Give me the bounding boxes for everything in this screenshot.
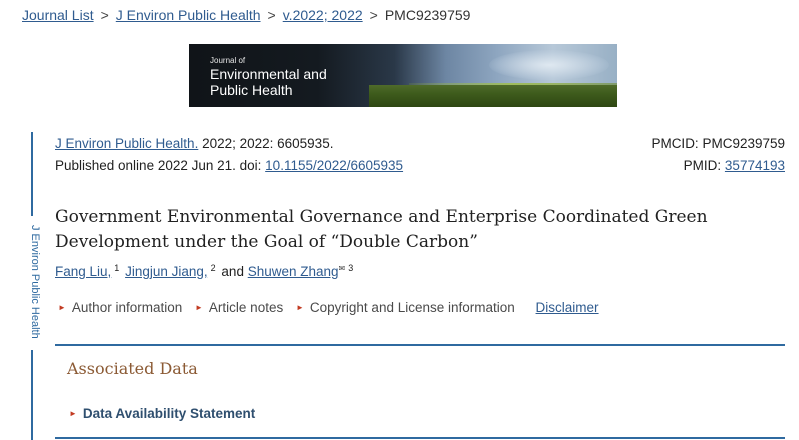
copyright-label: Copyright and License information — [309, 300, 515, 315]
banner-journal-of: Journal of — [210, 56, 246, 65]
triangle-right-icon: ► — [58, 303, 66, 312]
doi-link[interactable]: 10.1155/2022/6605935 — [265, 158, 403, 173]
author-list: Fang Liu, 1 Jingjun Jiang, 2 and Shuwen Zh… — [55, 263, 355, 279]
banner-field — [369, 85, 617, 107]
banner-cloud — [489, 50, 609, 80]
breadcrumb: Journal List > J Environ Public Health > v.2… — [22, 7, 470, 23]
data-availability-label: Data Availability Statement — [82, 406, 256, 421]
author-affiliation-sup: 3 — [348, 263, 354, 273]
author-information-label: Author information — [71, 300, 183, 315]
citation-line: J Environ Public Health. 2022; 2022: 660… — [55, 136, 333, 151]
side-rule-bottom — [31, 350, 33, 440]
breadcrumb-separator: > — [100, 7, 109, 23]
citation-journal-link[interactable]: J Environ Public Health. — [55, 136, 198, 151]
author-link[interactable]: Jingjun Jiang, — [125, 264, 208, 279]
author-link[interactable]: Shuwen Zhang — [248, 264, 339, 279]
side-rule-top — [31, 132, 33, 216]
triangle-right-icon: ► — [69, 409, 77, 418]
breadcrumb-separator: > — [369, 7, 378, 23]
published-line: Published online 2022 Jun 21. doi: 10.11… — [55, 158, 403, 173]
breadcrumb-journal-list[interactable]: Journal List — [22, 7, 94, 23]
article-notes-toggle[interactable]: ► Article notes — [195, 300, 283, 315]
banner-line1: Environmental and — [210, 66, 327, 82]
triangle-right-icon: ► — [295, 303, 304, 312]
triangle-right-icon: ► — [195, 303, 203, 312]
journal-banner[interactable]: Journal of Environmental and Public Heal… — [189, 44, 617, 107]
mail-icon[interactable]: ✉ — [339, 264, 346, 273]
published-prefix: Published online 2022 Jun 21. doi: — [55, 158, 266, 173]
citation-details: 2022; 2022: 6605935. — [198, 136, 334, 151]
article-notes-label: Article notes — [208, 300, 284, 315]
disclaimer-link[interactable]: Disclaimer — [536, 300, 599, 315]
section-divider-bottom — [55, 437, 785, 439]
article-info-links: ► Author information ► Article notes ► Copy… — [58, 300, 599, 315]
author-information-toggle[interactable]: ► Author information — [58, 300, 182, 315]
breadcrumb-current: PMC9239759 — [384, 7, 471, 23]
pmid-line: PMID: 35774193 — [684, 158, 785, 173]
pmid-link[interactable]: 35774193 — [725, 158, 785, 173]
breadcrumb-separator: > — [267, 7, 276, 23]
author-affiliation-sup: 2 — [210, 263, 216, 273]
side-journal-label: J Environ Public Health — [29, 225, 41, 339]
data-availability-toggle[interactable]: ► Data Availability Statement — [69, 406, 255, 421]
breadcrumb-volume[interactable]: v.2022; 2022 — [283, 7, 363, 23]
section-divider-top — [55, 344, 785, 346]
pmid-label: PMID: — [683, 158, 725, 173]
copyright-toggle[interactable]: ► Copyright and License information — [296, 300, 515, 315]
banner-journal-name: Environmental and Public Health — [210, 66, 327, 98]
author-affiliation-sup: 1 — [114, 263, 120, 273]
author-link[interactable]: Fang Liu, — [55, 264, 111, 279]
associated-data-heading: Associated Data — [67, 359, 198, 378]
breadcrumb-journal[interactable]: J Environ Public Health — [116, 7, 261, 23]
author-and: and — [221, 264, 244, 279]
article-title: Government Environmental Governance and … — [55, 207, 708, 252]
banner-line2: Public Health — [210, 82, 293, 98]
pmcid: PMCID: PMC9239759 — [651, 136, 785, 151]
